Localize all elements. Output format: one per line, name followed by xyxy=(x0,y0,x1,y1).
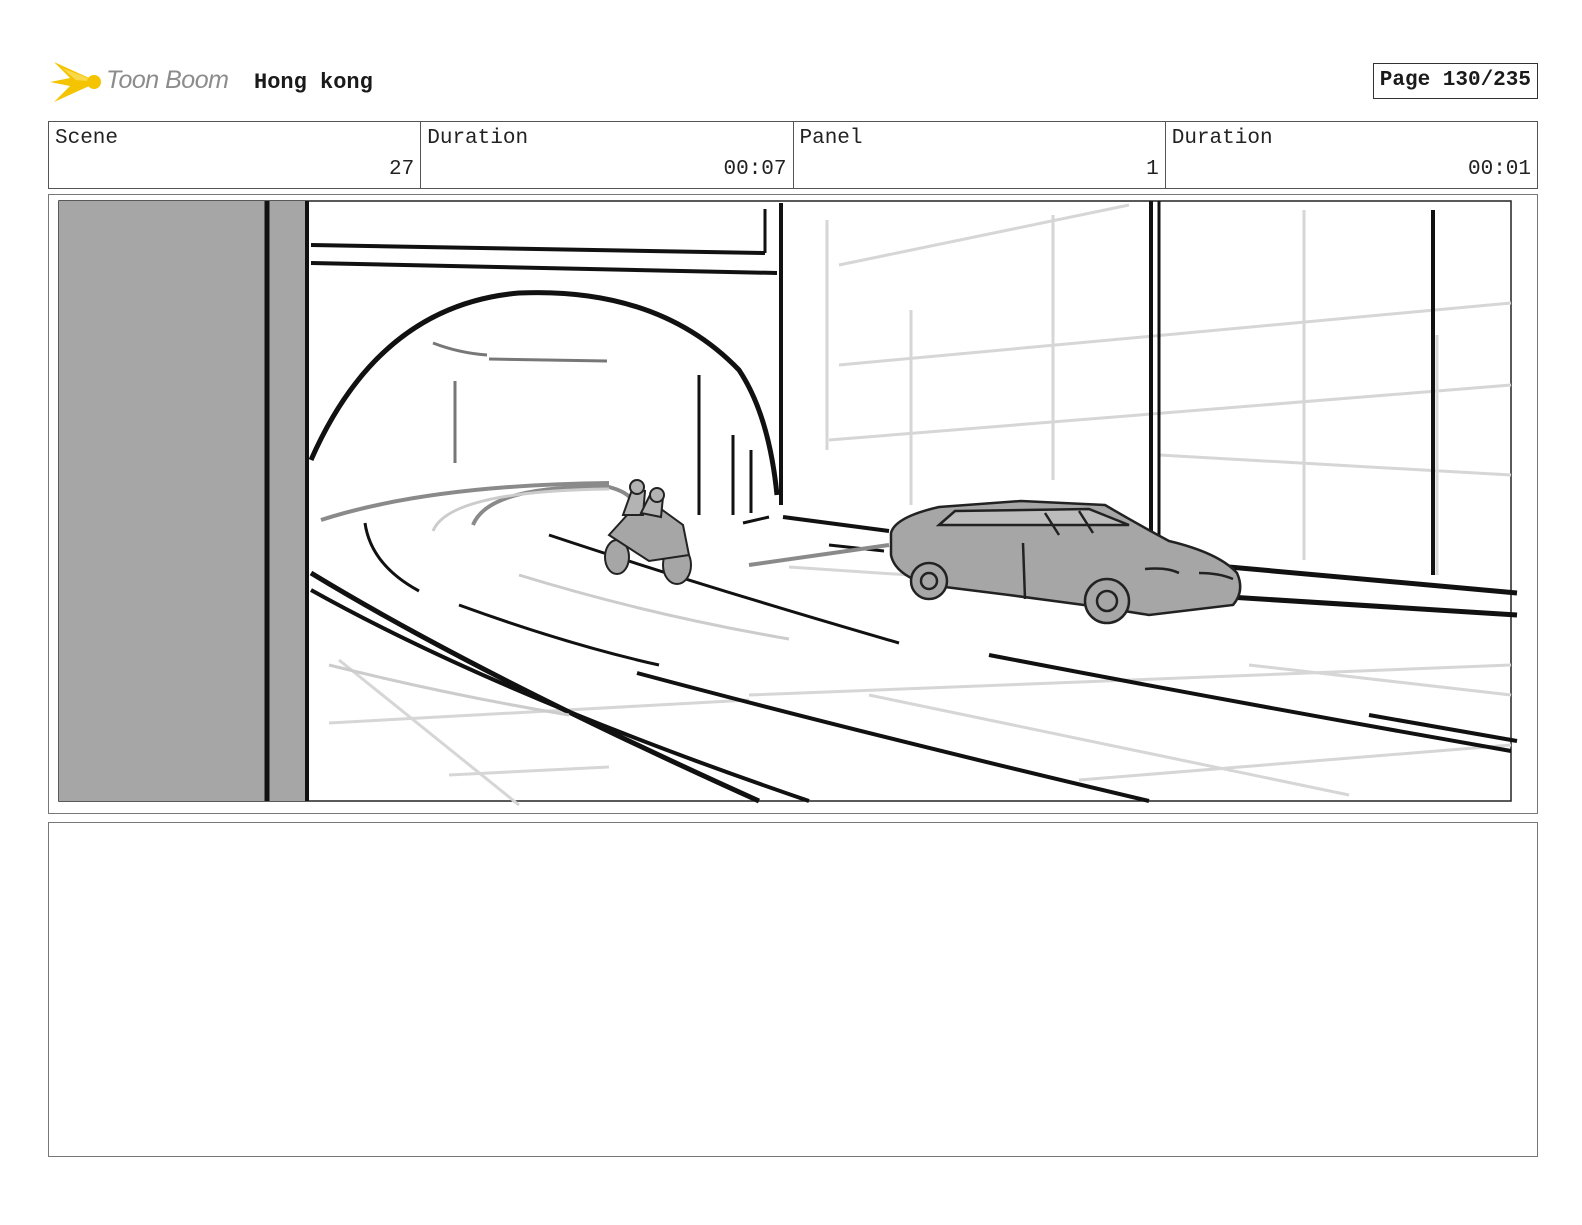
page-number: Page 130/235 xyxy=(1372,63,1538,99)
logo-text: Toon Boom xyxy=(106,66,229,94)
panel-duration-value: 00:01 xyxy=(1467,158,1531,181)
sports-car xyxy=(889,499,1242,625)
panel-duration-cell: Duration 00:01 xyxy=(1166,122,1537,188)
panel-duration-label: Duration xyxy=(1171,127,1273,150)
panel-info-table: Scene 27 Duration 00:07 Panel 1 Duration… xyxy=(48,121,1538,189)
page-header: Toon Boom Hong kong Page 130/235 xyxy=(48,54,1538,110)
scene-label: Scene xyxy=(55,127,119,150)
panel-cell: Panel 1 xyxy=(794,122,1166,188)
starburst-icon xyxy=(50,62,101,102)
storyboard-panel xyxy=(48,194,1538,814)
panel-label: Panel xyxy=(799,127,863,150)
panel-value: 1 xyxy=(1146,158,1159,181)
road-curve-light xyxy=(328,487,790,717)
tunnel-interior xyxy=(432,341,608,463)
scene-value: 27 xyxy=(389,158,415,181)
project-title: Hong kong xyxy=(254,70,373,95)
sketch-drawing xyxy=(58,200,1518,807)
scene-duration-value: 00:07 xyxy=(723,158,787,181)
scene-cell: Scene 27 xyxy=(49,122,422,188)
panel-notes-box xyxy=(48,822,1538,1157)
scene-duration-label: Duration xyxy=(427,127,529,150)
foreground-pillar xyxy=(59,201,307,801)
scene-duration-cell: Duration 00:07 xyxy=(421,122,794,188)
toon-boom-logo: Toon Boom xyxy=(50,56,250,108)
